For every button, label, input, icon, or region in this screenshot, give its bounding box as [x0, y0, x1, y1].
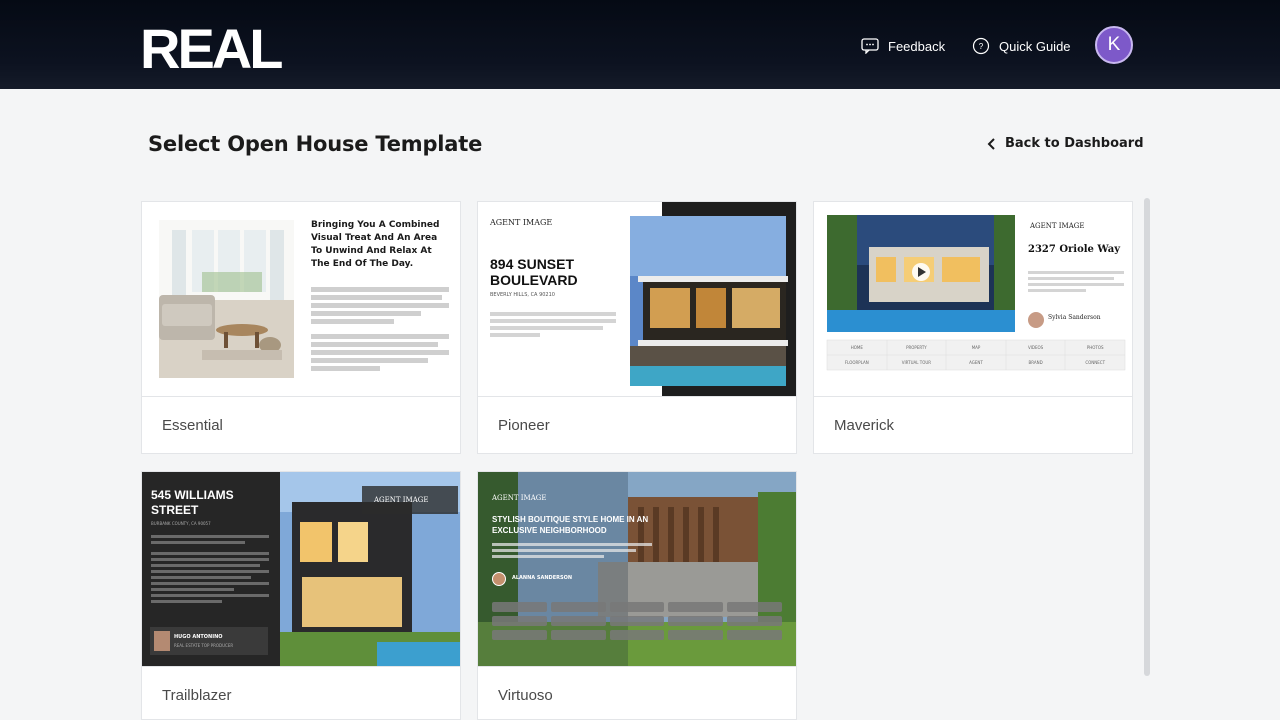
- vertical-scrollbar[interactable]: [1144, 198, 1150, 676]
- template-body-text: [1028, 268, 1124, 295]
- nav-item: BRAND: [1028, 360, 1043, 365]
- nav-tile: [609, 602, 665, 612]
- user-avatar[interactable]: K: [1095, 26, 1133, 64]
- template-body-text: [492, 540, 652, 561]
- template-card-pioneer[interactable]: AGENT IMAGE 894 SUNSET BOULEVARD BEVERLY…: [477, 201, 797, 454]
- agent-avatar: [492, 572, 506, 586]
- help-circle-icon: ?: [972, 37, 990, 55]
- nav-item: VIDEOS: [1027, 345, 1044, 350]
- quick-guide-label: Quick Guide: [999, 38, 1071, 54]
- template-agent: HUGO ANTONINO: [174, 634, 223, 640]
- template-preview: 545 WILLIAMS STREET BURBANK COUNTY, CA 9…: [142, 472, 460, 667]
- feedback-link[interactable]: Feedback: [861, 34, 945, 58]
- nav-tile: [727, 616, 782, 626]
- nav-tile: [609, 616, 665, 626]
- template-name: Pioneer: [498, 417, 550, 434]
- nav-item: FLOORPLAN: [844, 360, 869, 365]
- nav-item: VIRTUAL TOUR: [901, 360, 932, 365]
- nav-tile: [668, 630, 724, 640]
- template-preview: AGENT IMAGE 894 SUNSET BOULEVARD BEVERLY…: [478, 202, 796, 397]
- feedback-icon: [861, 38, 879, 54]
- feedback-label: Feedback: [888, 38, 946, 54]
- template-nav-grid: HOME PROPERTY MAP VIDEOS PHOTOS FLOORPLA…: [827, 340, 1125, 370]
- template-agent: Sylvia Sanderson: [1048, 314, 1101, 321]
- template-brand: AGENT IMAGE: [374, 496, 429, 504]
- top-navigation-bar: REAL Feedback ? Quick Guide K: [0, 0, 1280, 89]
- nav-tile: [550, 616, 606, 626]
- nav-tile: [668, 616, 724, 626]
- template-body-text: [151, 532, 269, 606]
- chevron-left-icon: [987, 137, 995, 150]
- template-name: Maverick: [834, 417, 895, 434]
- nav-item: AGENT: [969, 360, 983, 365]
- page-title: Select Open House Template: [148, 132, 483, 156]
- real-logo[interactable]: REAL: [140, 18, 288, 72]
- nav-tile: [727, 630, 782, 640]
- nav-item: PHOTOS: [1086, 345, 1104, 350]
- nav-tile: [727, 602, 782, 612]
- nav-item: PROPERTY: [906, 345, 927, 350]
- back-to-dashboard-link[interactable]: Back to Dashboard: [987, 136, 1144, 151]
- nav-tile: [668, 602, 724, 612]
- template-card-virtuoso[interactable]: AGENT IMAGE STYLISH BOUTIQUE STYLE HOME …: [477, 471, 797, 720]
- template-brand: AGENT IMAGE: [492, 494, 547, 502]
- nav-tile: [550, 602, 606, 612]
- nav-tile: [492, 616, 547, 626]
- nav-tile: [492, 602, 547, 612]
- template-address: 894 SUNSET BOULEVARD: [490, 256, 578, 288]
- template-card-essential[interactable]: Bringing You A Combined Visual Treat And…: [141, 201, 461, 454]
- back-label: Back to Dashboard: [1005, 136, 1144, 151]
- template-address: 2327 Oriole Way: [1028, 244, 1121, 255]
- nav-item: CONNECT: [1085, 360, 1106, 365]
- template-location: BEVERLY HILLS, CA 90210: [490, 292, 555, 298]
- nav-item: MAP: [971, 345, 981, 350]
- template-address: 545 WILLIAMS STREET: [151, 488, 234, 517]
- template-name: Virtuoso: [498, 687, 553, 704]
- template-preview: AGENT IMAGE STYLISH BOUTIQUE STYLE HOME …: [478, 472, 796, 667]
- template-location: BURBANK COUNTY, CA 90057: [151, 521, 211, 526]
- nav-item: HOME: [850, 345, 863, 350]
- template-body-text: [311, 284, 449, 374]
- template-name: Essential: [162, 417, 223, 434]
- quick-guide-link[interactable]: ? Quick Guide: [972, 34, 1071, 58]
- template-agent: ALANNA SANDERSON: [512, 575, 573, 581]
- template-brand: AGENT IMAGE: [490, 218, 553, 227]
- template-heading: Bringing You A Combined Visual Treat And…: [311, 220, 440, 269]
- template-agent-title: REAL ESTATE TOP PRODUCER: [174, 643, 234, 648]
- template-body-text: [490, 309, 616, 340]
- nav-tile: [492, 630, 547, 640]
- template-preview: AGENT IMAGE 2327 Oriole Way Sylvia Sande…: [814, 202, 1132, 397]
- template-heading: STYLISH BOUTIQUE STYLE HOME IN AN EXCLUS…: [492, 515, 649, 535]
- svg-text:?: ?: [979, 42, 984, 51]
- nav-tile: [609, 630, 665, 640]
- template-brand: AGENT IMAGE: [1030, 222, 1085, 230]
- template-card-maverick[interactable]: AGENT IMAGE 2327 Oriole Way Sylvia Sande…: [813, 201, 1133, 454]
- svg-text:REAL: REAL: [140, 18, 282, 72]
- nav-tile: [550, 630, 606, 640]
- template-preview: Bringing You A Combined Visual Treat And…: [142, 202, 460, 397]
- template-name: Trailblazer: [162, 687, 232, 704]
- template-nav-grid: [492, 602, 782, 640]
- template-card-trailblazer[interactable]: 545 WILLIAMS STREET BURBANK COUNTY, CA 9…: [141, 471, 461, 720]
